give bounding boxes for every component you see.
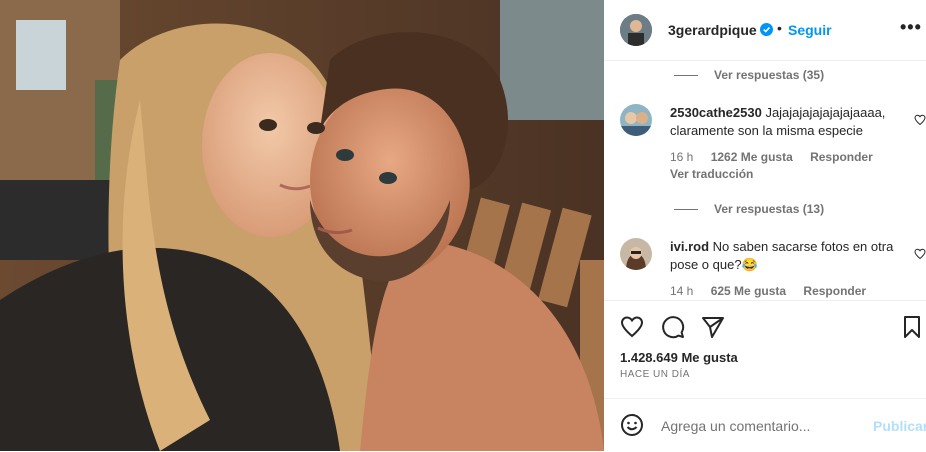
comment-age: 16 h — [670, 150, 694, 164]
commenter-avatar-image — [620, 104, 652, 136]
comment-bubble-icon[interactable] — [661, 315, 685, 339]
replies-line — [674, 209, 698, 211]
comment-meta: 14 h 625 Me gusta Responder — [670, 284, 880, 298]
commenter-avatar[interactable] — [620, 238, 652, 270]
verified-badge-icon — [760, 23, 773, 36]
view-replies-label: Ver respuestas (35) — [714, 68, 825, 82]
view-replies-button[interactable]: Ver respuestas (13) — [674, 202, 824, 216]
view-replies-label: Ver respuestas (13) — [714, 202, 825, 216]
author-username[interactable]: 3gerardpique — [668, 22, 757, 38]
commenter-avatar[interactable] — [620, 104, 652, 136]
post-actions: 1.428.649 Me gusta HACE UN DÍA — [604, 300, 926, 399]
comment-body: 2530cathe2530 Jajajajajajajajajaaaa, cla… — [670, 104, 896, 140]
comment-composer: Agrega un comentario... Publicar — [604, 398, 926, 452]
comment-meta: 16 h 1262 Me gusta Responder — [670, 150, 887, 164]
author-avatar[interactable] — [620, 14, 652, 46]
save-bookmark-icon[interactable] — [900, 315, 924, 339]
reply-button[interactable]: Responder — [803, 284, 866, 298]
comment-username[interactable]: ivi.rod — [670, 239, 709, 254]
selfie-photo — [0, 0, 604, 451]
post-timestamp[interactable]: HACE UN DÍA — [620, 369, 690, 380]
reply-button[interactable]: Responder — [810, 150, 873, 164]
replies-line — [674, 75, 698, 77]
more-options-icon[interactable]: ••• — [900, 17, 922, 38]
comment-age: 14 h — [670, 284, 694, 298]
post-side-panel: 3gerardpique • Seguir ••• Ver respuestas… — [604, 0, 926, 451]
publish-button[interactable]: Publicar — [873, 418, 926, 434]
share-send-icon[interactable] — [701, 315, 725, 339]
post-header: 3gerardpique • Seguir ••• — [604, 0, 926, 61]
like-heart-icon[interactable] — [620, 315, 644, 339]
view-replies-button[interactable]: Ver respuestas (35) — [674, 68, 824, 82]
translate-button[interactable]: Ver traducción — [670, 167, 753, 181]
comment-username[interactable]: 2530cathe2530 — [670, 105, 762, 120]
comment-likes[interactable]: 1262 Me gusta — [711, 150, 793, 164]
emoji-smiley-icon[interactable] — [620, 413, 644, 437]
comment-input[interactable]: Agrega un comentario... — [661, 418, 810, 434]
commenter-avatar-image — [620, 238, 652, 270]
comment-body: ivi.rod No saben sacarse fotos en otra p… — [670, 238, 896, 274]
separator-dot: • — [777, 20, 782, 36]
follow-button[interactable]: Seguir — [788, 22, 832, 38]
comment-like-heart-icon[interactable] — [914, 114, 926, 126]
avatar-image — [620, 14, 652, 46]
comments-list[interactable]: Ver respuestas (35) 2530cathe2530 Jajaja… — [604, 61, 926, 299]
post-photo[interactable] — [0, 0, 604, 451]
likes-count[interactable]: 1.428.649 Me gusta — [620, 350, 738, 365]
comment-likes[interactable]: 625 Me gusta — [711, 284, 786, 298]
comment-like-heart-icon[interactable] — [914, 248, 926, 260]
